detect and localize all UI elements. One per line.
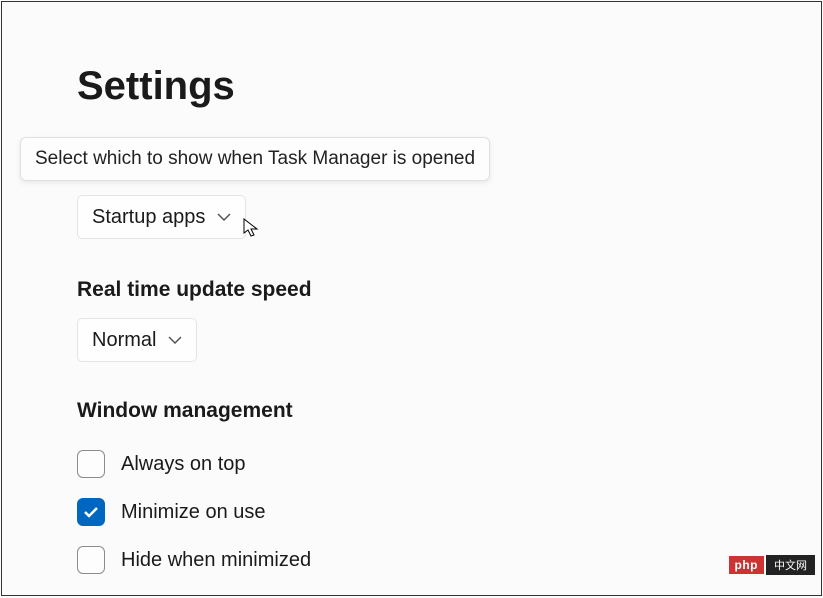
checkbox-minimize-on-use[interactable] xyxy=(77,498,105,526)
checkbox-row-always-on-top[interactable]: Always on top xyxy=(77,450,246,478)
window-management-label: Window management xyxy=(77,399,293,423)
update-speed-label: Real time update speed xyxy=(77,278,312,302)
dropdown-value: Startup apps xyxy=(92,206,205,229)
tooltip-default-page: Select which to show when Task Manager i… xyxy=(20,137,490,181)
checkbox-label: Hide when minimized xyxy=(121,549,311,572)
checkbox-label: Always on top xyxy=(121,453,246,476)
page-title: Settings xyxy=(77,64,235,109)
update-speed-dropdown[interactable]: Normal xyxy=(77,318,197,362)
checkbox-hide-when-minimized[interactable] xyxy=(77,546,105,574)
chevron-down-icon xyxy=(217,210,231,224)
watermark-right: 中文网 xyxy=(766,555,815,575)
watermark-left: php xyxy=(729,556,765,574)
watermark: php 中文网 xyxy=(729,555,816,575)
checkbox-row-minimize-on-use[interactable]: Minimize on use xyxy=(77,498,266,526)
default-page-dropdown[interactable]: Startup apps xyxy=(77,195,246,239)
settings-panel: Settings Select which to show when Task … xyxy=(1,1,822,596)
checkbox-label: Minimize on use xyxy=(121,501,266,524)
dropdown-value: Normal xyxy=(92,329,156,352)
chevron-down-icon xyxy=(168,333,182,347)
checkbox-always-on-top[interactable] xyxy=(77,450,105,478)
checkbox-row-hide-when-minimized[interactable]: Hide when minimized xyxy=(77,546,311,574)
